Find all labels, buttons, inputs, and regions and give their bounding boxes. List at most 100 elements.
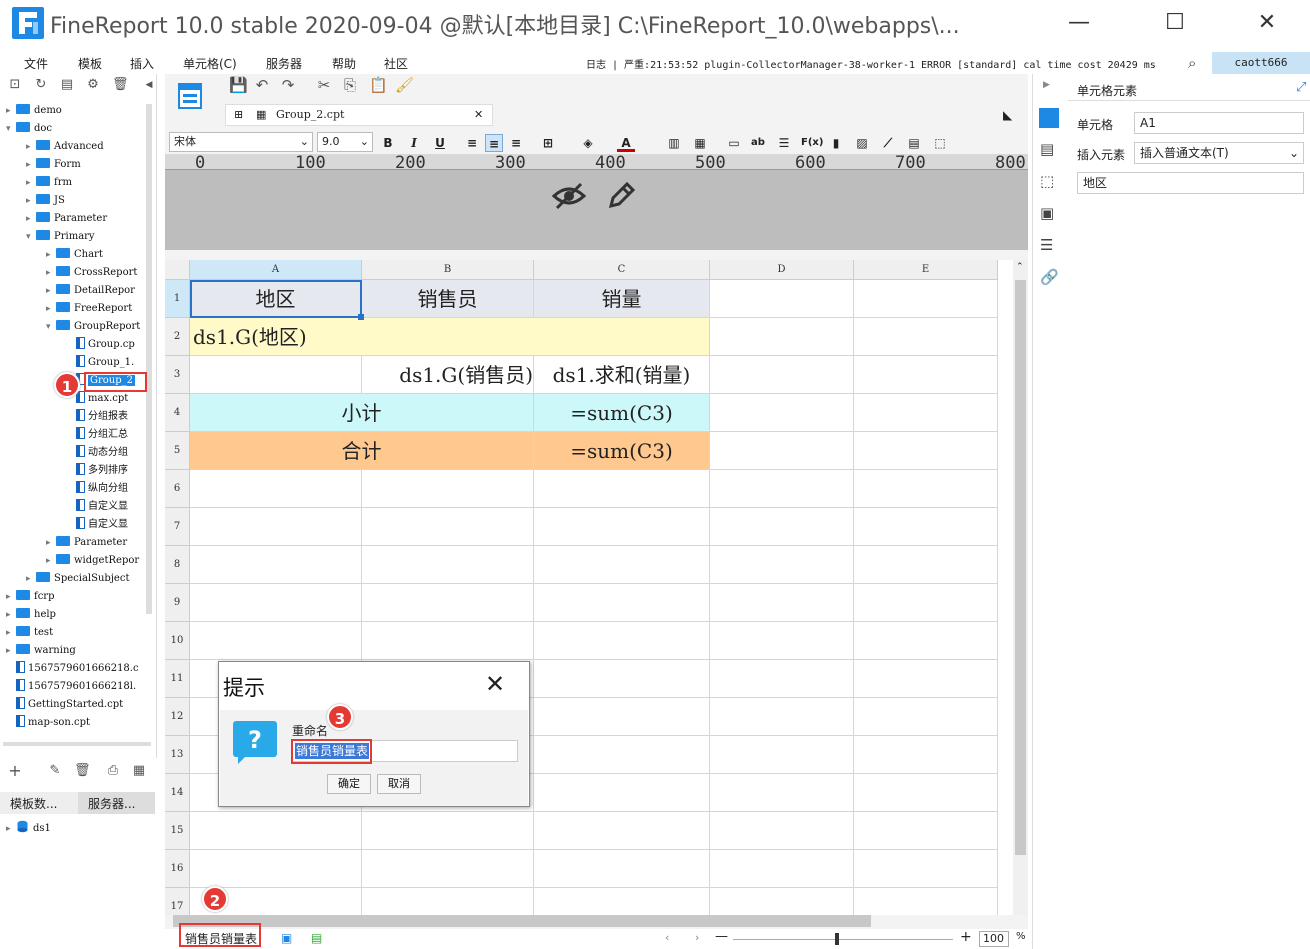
horizontal-scrollbar[interactable] <box>173 915 871 927</box>
grid-cell[interactable] <box>710 470 854 508</box>
close-tab-icon[interactable]: ✕ <box>474 105 483 125</box>
grid-cell[interactable] <box>854 356 998 394</box>
tab-list-icon[interactable]: ◣ <box>1003 108 1012 122</box>
row-header[interactable]: 3 <box>165 356 190 394</box>
minimize-icon[interactable]: — <box>1056 0 1102 46</box>
grid-cell[interactable] <box>710 394 854 432</box>
open-icon[interactable]: ▤ <box>60 78 74 92</box>
grid-cell[interactable] <box>534 698 710 736</box>
insert-element-select[interactable]: 插入普通文本(T) ⌄ <box>1134 142 1304 164</box>
grid-cell[interactable] <box>362 850 534 888</box>
menu-community[interactable]: 社区 <box>384 55 408 72</box>
grid-cell[interactable] <box>362 508 534 546</box>
tree-folder-item[interactable]: ▸ help <box>6 606 56 624</box>
column-header-a[interactable]: A <box>190 260 362 280</box>
row-header[interactable]: 17 <box>165 888 190 915</box>
preview-icon[interactable]: ⎙ <box>106 764 120 778</box>
tree-folder-item[interactable]: ▸ warning <box>6 642 76 660</box>
add-dataset-icon[interactable]: + <box>8 763 22 779</box>
expand-arrow-icon[interactable]: ▸ <box>6 588 16 606</box>
expand-arrow-icon[interactable]: ▾ <box>46 318 56 336</box>
cell-b1[interactable]: 销售员 <box>362 280 534 318</box>
tree-folder-item[interactable]: ▸ CrossReport <box>46 264 137 282</box>
tree-folder-item[interactable]: ▸ widgetRepor <box>46 552 139 570</box>
row-header[interactable]: 9 <box>165 584 190 622</box>
grid-cell[interactable] <box>854 508 998 546</box>
copy-icon[interactable]: ⎘ <box>343 78 357 93</box>
tree-file-item[interactable]: 分组汇总 <box>66 426 128 444</box>
tree-folder-item[interactable]: ▾ doc <box>6 120 52 138</box>
close-icon[interactable]: ✕ <box>1244 0 1290 46</box>
grid-cell[interactable] <box>710 356 854 394</box>
hyperlink-icon[interactable]: 🔗 <box>1040 268 1059 286</box>
image-icon[interactable]: ▨ <box>853 134 871 152</box>
maximize-icon[interactable]: ☐ <box>1152 0 1198 46</box>
spreadsheet-grid[interactable]: A B C D E 1 2 3 4 5 6 7 8 9 10 11 12 13 14 15 16 17 地区 销售员 销量 ds1… <box>165 260 1013 915</box>
grid-cell[interactable] <box>854 318 998 356</box>
grid-cell[interactable] <box>854 280 998 318</box>
zoom-slider[interactable] <box>733 939 953 940</box>
row-header[interactable]: 1 <box>165 280 190 318</box>
row-header[interactable]: 6 <box>165 470 190 508</box>
grid-cell[interactable] <box>534 888 710 915</box>
expand-arrow-icon[interactable]: ▸ <box>26 210 36 228</box>
grid-cell[interactable] <box>190 850 362 888</box>
menu-file[interactable]: 文件 <box>24 55 48 72</box>
tree-folder-item[interactable]: ▸ fcrp <box>6 588 54 606</box>
zoom-out-icon[interactable]: — <box>715 929 728 944</box>
refresh-icon[interactable]: ↻ <box>34 78 48 92</box>
tree-folder-item[interactable]: ▸ test <box>6 624 53 642</box>
row-header[interactable]: 16 <box>165 850 190 888</box>
menu-insert[interactable]: 插入 <box>130 55 154 72</box>
pencil-icon[interactable] <box>605 180 637 212</box>
cell-b3[interactable]: ds1.G(销售员) <box>362 356 534 394</box>
select-all-corner[interactable] <box>165 260 190 280</box>
tree-file-item[interactable]: 自定义显 <box>66 516 128 534</box>
tree-file-item[interactable]: 自定义显 <box>66 498 128 516</box>
widget-side-icon[interactable]: ▣ <box>1040 204 1054 222</box>
grid-cell[interactable] <box>190 508 362 546</box>
tree-file-item[interactable]: 分组报表 <box>66 408 128 426</box>
edit-icon[interactable]: ✎ <box>48 764 62 778</box>
cell-content-input[interactable]: 地区 <box>1077 172 1304 194</box>
tree-hscrollbar[interactable] <box>3 742 151 746</box>
tree-file-item[interactable]: 纵向分组 <box>66 480 128 498</box>
grid-cell[interactable] <box>190 546 362 584</box>
grid-cell[interactable] <box>710 850 854 888</box>
grid-cell[interactable] <box>710 280 854 318</box>
next-sheet-icon[interactable]: › <box>695 931 699 944</box>
log-message[interactable]: 日志 | 严重:21:53:52 plugin-CollectorManager… <box>586 56 1156 71</box>
grid-cell[interactable] <box>710 584 854 622</box>
row-header[interactable]: 4 <box>165 394 190 432</box>
tab-template-dataset[interactable]: 模板数... <box>10 795 57 812</box>
expand-arrow-icon[interactable]: ▸ <box>46 552 56 570</box>
grid-cell[interactable] <box>854 850 998 888</box>
tree-file-item[interactable]: 动态分组 <box>66 444 128 462</box>
tree-file-item[interactable]: Group_1. <box>66 354 134 372</box>
cell-a2[interactable]: ds1.G(地区) <box>190 318 710 356</box>
zoom-in-icon[interactable]: + <box>960 929 972 945</box>
grid-cell[interactable] <box>362 470 534 508</box>
tree-folder-item[interactable]: ▸ Chart <box>46 246 103 264</box>
menu-help[interactable]: 帮助 <box>332 55 356 72</box>
tree-folder-item[interactable]: ▸ frm <box>26 174 72 192</box>
grid-cell[interactable] <box>362 812 534 850</box>
grid-cell[interactable] <box>854 470 998 508</box>
cell-c3[interactable]: ds1.求和(销量) <box>534 356 710 394</box>
tree-folder-item[interactable]: ▸ Advanced <box>26 138 104 156</box>
add-sheet-icon[interactable]: ▣ <box>281 931 292 945</box>
tree-folder-item[interactable]: ▾ Primary <box>26 228 95 246</box>
grid-cell[interactable] <box>190 812 362 850</box>
grid-cell[interactable] <box>534 850 710 888</box>
float-element-side-icon[interactable]: ⬚ <box>1040 172 1054 190</box>
scroll-thumb[interactable] <box>1015 280 1026 855</box>
expand-arrow-icon[interactable]: ▸ <box>46 282 56 300</box>
expand-arrow-icon[interactable]: ▸ <box>6 606 16 624</box>
condition-icon[interactable]: ☰ <box>1040 236 1053 254</box>
document-tab[interactable]: ⊞ ▦ Group_2.cpt ✕ <box>225 104 493 126</box>
grid-cell[interactable] <box>710 622 854 660</box>
grid-cell[interactable] <box>854 432 998 470</box>
hidden-eye-icon[interactable] <box>551 180 587 212</box>
tree-file-item[interactable]: 1567579601666218l. <box>6 678 136 696</box>
tree-folder-item[interactable]: ▸ SpecialSubject <box>26 570 129 588</box>
